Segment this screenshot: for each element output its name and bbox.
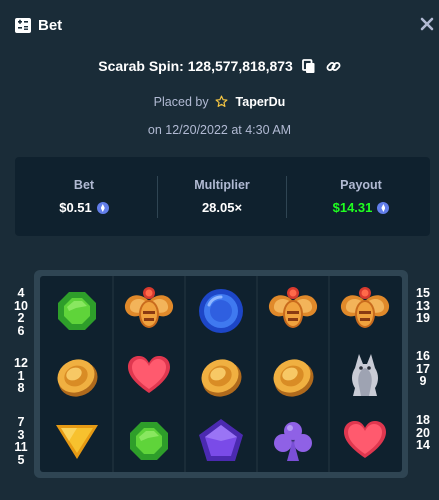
- coin-symbol-icon: [201, 359, 242, 397]
- link-icon[interactable]: [326, 59, 341, 74]
- placed-by: Placed by TaperDu: [0, 95, 439, 109]
- payline-numbers-right-middle: 16 17 9: [414, 350, 432, 388]
- payline-number: 16: [416, 349, 430, 363]
- payline-number: 19: [416, 311, 430, 325]
- reel-separator: [256, 276, 258, 472]
- copy-icon[interactable]: [302, 59, 316, 74]
- payline-numbers-right-bottom: 18 20 14: [414, 414, 432, 452]
- spin-id: Scarab Spin: 128,577,818,873: [98, 58, 293, 74]
- blue-gem-symbol-icon: [199, 289, 243, 333]
- stat-payout: Payout $14.31: [292, 157, 430, 236]
- payline-numbers-right-top: 15 13 19: [414, 287, 432, 325]
- stat-bet-label: Bet: [73, 178, 95, 192]
- payline-number: 18: [416, 413, 430, 427]
- stat-multiplier-value: 28.05×: [201, 200, 243, 215]
- payline-number: 8: [17, 381, 25, 395]
- coin-symbol-icon: [273, 359, 314, 397]
- heart-symbol-icon: [128, 356, 170, 393]
- reel-separator: [184, 276, 186, 472]
- reel-separator: [328, 276, 330, 472]
- payline-number: 11: [14, 440, 28, 454]
- username-link[interactable]: TaperDu: [236, 95, 286, 109]
- stat-bet-value: $0.51: [59, 200, 92, 215]
- spin-id-row: Scarab Spin: 128,577,818,873: [0, 58, 439, 78]
- payline-number: 14: [416, 438, 430, 452]
- cat-symbol-icon: [352, 354, 378, 396]
- placed-by-label: Placed by: [153, 95, 209, 109]
- payline-number: 6: [17, 323, 25, 338]
- purple-pentagon-symbol-icon: [199, 419, 243, 461]
- payline-numbers-left-bottom: 7 3 11 5: [13, 416, 29, 466]
- yellow-triangle-symbol-icon: [56, 425, 98, 459]
- star-icon: [215, 95, 228, 107]
- slot-reels-frame: [34, 270, 408, 478]
- payline-numbers-left-middle: 12 1 8: [13, 357, 29, 395]
- stat-payout-value: $14.31: [332, 200, 373, 215]
- stat-multiplier-label: Multiplier: [194, 178, 250, 192]
- stat-bet: Bet $0.51: [15, 157, 153, 236]
- green-gem-symbol-icon: [130, 422, 168, 460]
- payline-number: 9: [419, 374, 427, 388]
- payline-number: 15: [416, 286, 430, 300]
- payline-number: 7: [17, 415, 25, 429]
- stat-payout-label: Payout: [340, 178, 382, 192]
- modal-title: Bet: [38, 17, 63, 34]
- stat-divider: [286, 176, 287, 218]
- coin-symbol-icon: [57, 359, 98, 397]
- heart-symbol-icon: [344, 421, 386, 458]
- modal-header: Bet: [0, 0, 439, 52]
- club-symbol-icon: [274, 422, 312, 461]
- stat-multiplier: Multiplier 28.05×: [153, 157, 291, 236]
- bet-date: on 12/20/2022 at 4:30 AM: [147, 123, 292, 137]
- eth-coin-icon: [96, 202, 109, 214]
- slot-reels: [40, 276, 402, 472]
- green-gem-symbol-icon: [58, 292, 96, 330]
- eth-coin-icon: [377, 202, 390, 214]
- scarab-symbol-icon: [268, 287, 318, 328]
- payline-number: 12: [14, 356, 28, 370]
- payline-number: 4: [17, 286, 25, 300]
- payline-numbers-left-top: 4 10 2 6: [13, 287, 29, 337]
- close-icon[interactable]: [419, 16, 435, 32]
- bet-slip-icon: [15, 18, 31, 33]
- stat-payout-value-row: $14.31: [292, 200, 430, 215]
- payline-number: 2: [17, 311, 25, 325]
- scarab-symbol-icon: [124, 287, 174, 328]
- payline-number: 5: [17, 452, 25, 467]
- reel-separator: [112, 276, 114, 472]
- stat-bet-value-row: $0.51: [15, 200, 153, 215]
- bet-stats-panel: Bet $0.51 Multiplier 28.05× Payout $14.3…: [15, 157, 430, 236]
- scarab-symbol-icon: [340, 287, 390, 328]
